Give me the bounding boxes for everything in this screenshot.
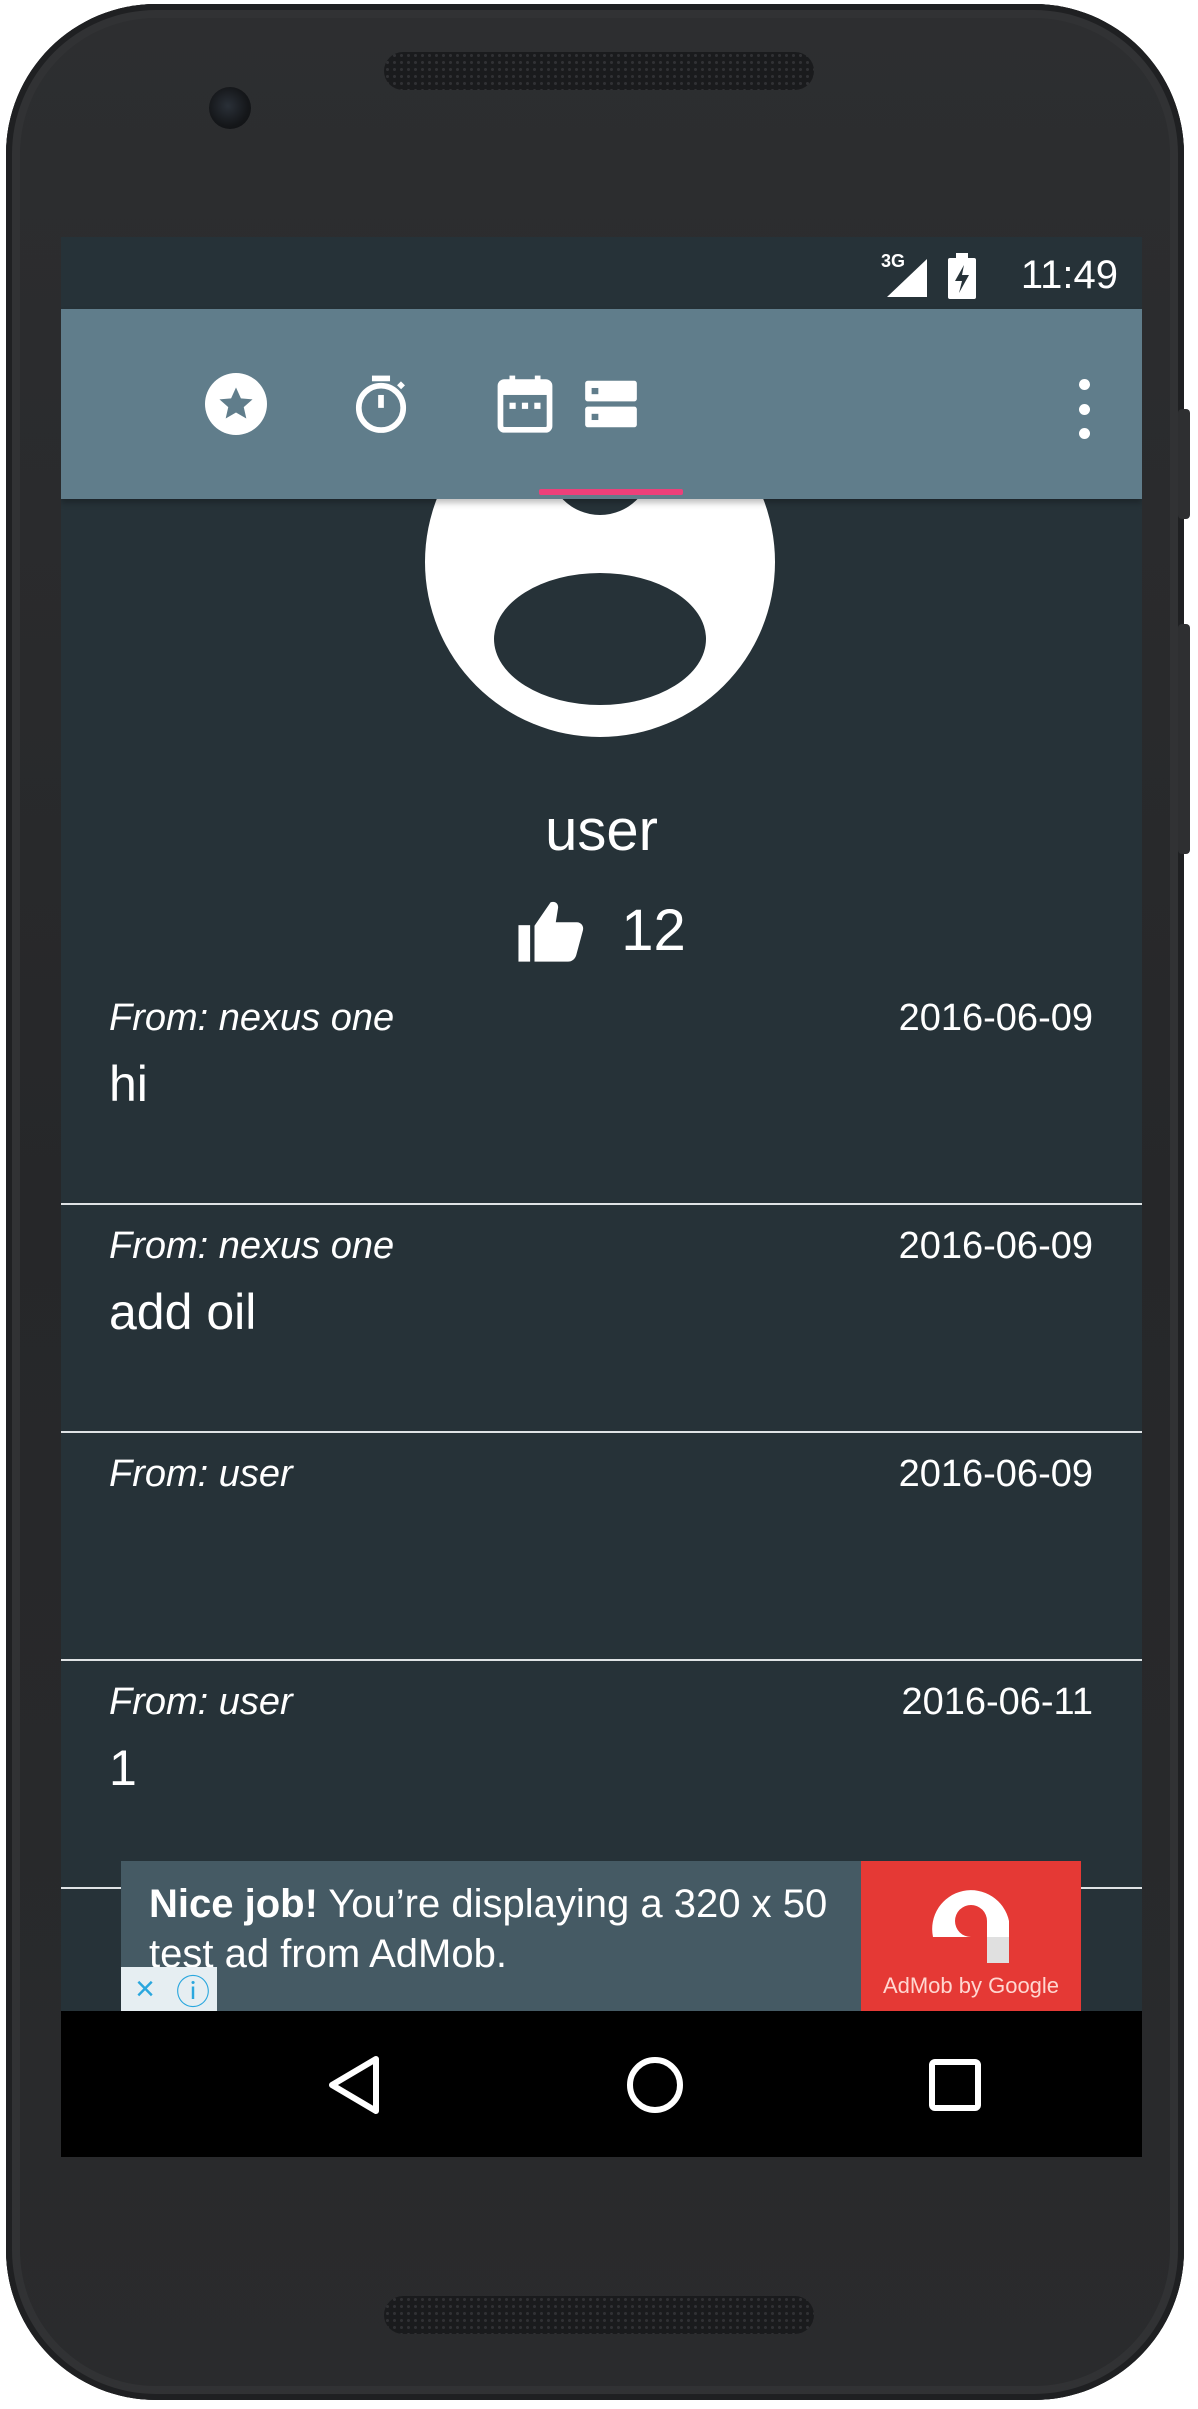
likes-count: 12 xyxy=(621,898,686,963)
ad-headline: Nice job! xyxy=(149,1882,318,1926)
signal-icon xyxy=(887,259,927,297)
ad-close-icon[interactable]: × xyxy=(121,1967,169,2011)
phone-frame: 3G 11:49 user 12 From: nexus one 2016-06… xyxy=(6,4,1190,2400)
admob-logo: AdMob by Google xyxy=(861,1861,1081,2011)
ad-info-icon[interactable]: ⓘ xyxy=(169,1967,217,2012)
status-bar: 3G 11:49 xyxy=(61,237,1142,309)
admob-icon xyxy=(932,1890,1009,1963)
back-icon xyxy=(329,2056,379,2114)
storage-icon xyxy=(585,380,637,428)
message-date: 2016-06-09 xyxy=(898,1453,1093,1495)
message-date: 2016-06-11 xyxy=(901,1681,1093,1723)
thumb-up-icon[interactable] xyxy=(517,898,587,964)
tab-favorites[interactable] xyxy=(164,309,308,499)
message-item[interactable]: From: user 2016-06-09 xyxy=(61,1433,1142,1661)
front-camera xyxy=(209,87,251,129)
top-speaker xyxy=(384,52,814,90)
message-body: add oil xyxy=(109,1284,257,1340)
timer-icon xyxy=(355,375,407,433)
message-item[interactable]: From: nexus one 2016-06-09 hi xyxy=(61,977,1142,1205)
tab-storage[interactable] xyxy=(539,309,683,499)
message-sender: From: nexus one xyxy=(109,997,395,1039)
back-button[interactable] xyxy=(318,2049,390,2121)
message-item[interactable]: From: user 2016-06-11 1 xyxy=(61,1661,1142,1889)
profile-username: user xyxy=(545,798,658,863)
ad-banner[interactable]: Nice job! You’re displaying a 320 x 50 t… xyxy=(121,1861,1081,2011)
clock: 11:49 xyxy=(1020,253,1118,297)
star-icon xyxy=(205,373,267,435)
volume-button xyxy=(1178,624,1190,854)
home-button[interactable] xyxy=(619,2049,691,2121)
ad-text: Nice job! You’re displaying a 320 x 50 t… xyxy=(149,1879,849,1979)
navigation-bar xyxy=(61,2011,1142,2157)
message-date: 2016-06-09 xyxy=(898,997,1093,1039)
ad-choices[interactable]: × ⓘ xyxy=(121,1967,217,2012)
message-date: 2016-06-09 xyxy=(898,1225,1093,1267)
more-vert-icon[interactable] xyxy=(1064,379,1104,439)
recents-button[interactable] xyxy=(919,2049,991,2121)
message-body: hi xyxy=(109,1056,148,1112)
message-sender: From: nexus one xyxy=(109,1225,395,1267)
tab-timer[interactable] xyxy=(309,309,453,499)
power-button xyxy=(1178,409,1190,519)
screen: 3G 11:49 user 12 From: nexus one 2016-06… xyxy=(61,237,1142,2157)
message-body: 1 xyxy=(109,1740,137,1796)
selected-tab-indicator xyxy=(539,489,683,495)
message-item[interactable]: From: nexus one 2016-06-09 add oil xyxy=(61,1205,1142,1433)
message-sender: From: user xyxy=(109,1453,293,1495)
likes-row: 12 xyxy=(61,897,1142,964)
home-icon xyxy=(627,2057,683,2113)
battery-icon xyxy=(948,253,976,299)
ad-logo-caption: AdMob by Google xyxy=(882,1973,1060,1998)
bottom-speaker xyxy=(384,2296,814,2334)
recents-icon xyxy=(929,2059,981,2111)
app-toolbar xyxy=(61,309,1142,499)
message-sender: From: user xyxy=(109,1681,293,1723)
